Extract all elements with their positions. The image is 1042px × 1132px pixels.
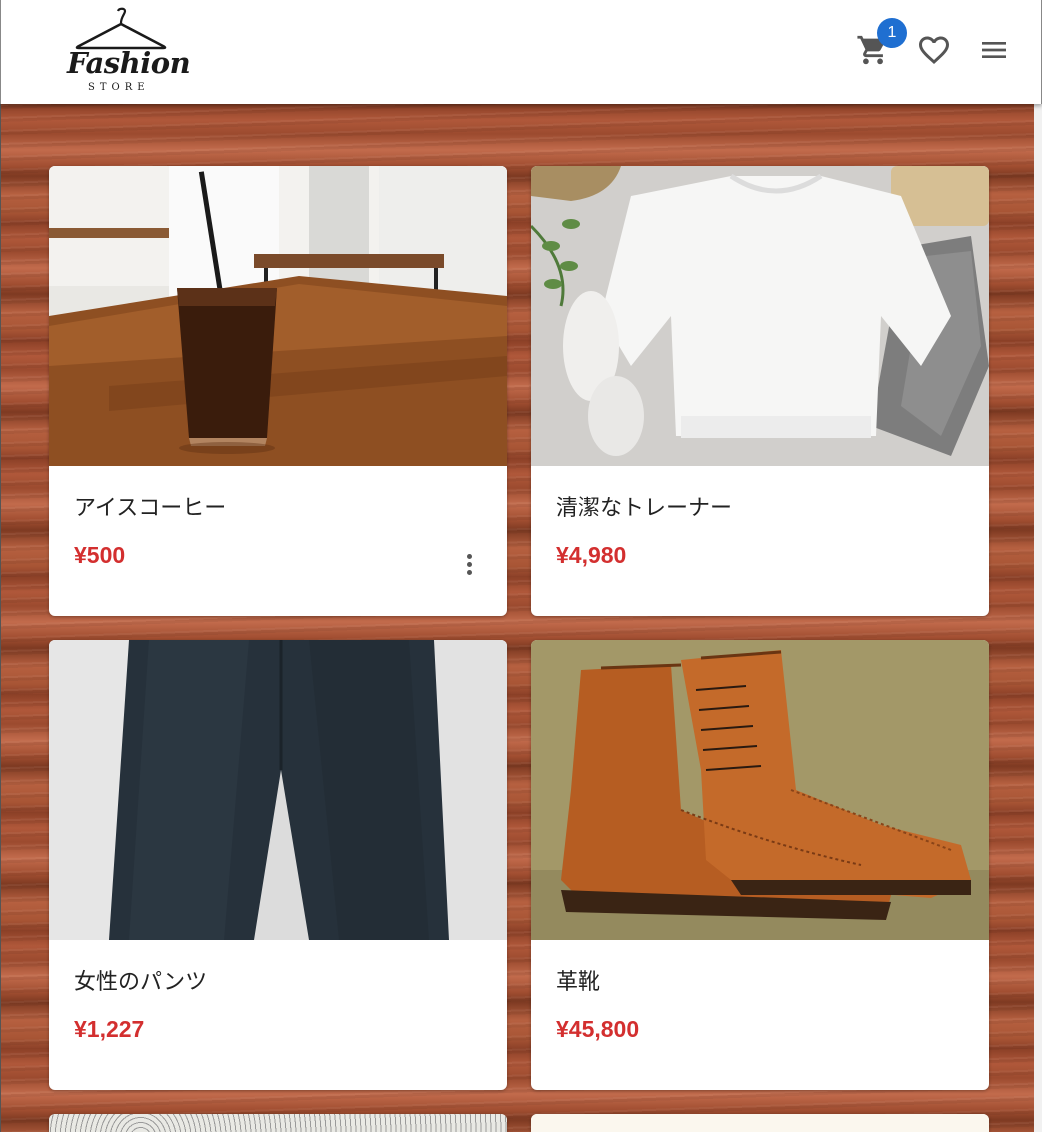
product-image bbox=[531, 1114, 989, 1132]
product-card[interactable] bbox=[531, 1114, 989, 1132]
product-card[interactable]: 革靴 ¥45,800 bbox=[531, 640, 989, 1090]
dot bbox=[466, 561, 472, 567]
product-name: 女性のパンツ bbox=[74, 970, 208, 995]
product-image bbox=[531, 640, 989, 940]
product-image bbox=[49, 1114, 507, 1132]
navy-pants-photo bbox=[49, 640, 507, 940]
white-sweatshirt-photo bbox=[531, 166, 989, 466]
product-name: 革靴 bbox=[556, 970, 601, 995]
dot bbox=[466, 553, 472, 559]
iced-coffee-photo bbox=[49, 166, 507, 466]
product-name: アイスコーヒー bbox=[74, 496, 227, 521]
logo-title: Fashion bbox=[67, 46, 191, 80]
product-image bbox=[531, 166, 989, 466]
product-price: ¥1,227 bbox=[74, 1016, 145, 1042]
app-header: Fashion STORE 1 bbox=[0, 0, 1042, 104]
dot bbox=[466, 569, 472, 575]
heart-outline-icon bbox=[919, 36, 949, 65]
product-name: 清潔なトレーナー bbox=[556, 496, 733, 521]
product-card[interactable] bbox=[49, 1114, 507, 1132]
more-options-button[interactable] bbox=[455, 546, 483, 582]
product-card[interactable]: 清潔なトレーナー ¥4,980 bbox=[531, 166, 989, 616]
leather-boots-photo bbox=[531, 640, 989, 940]
cart-count-badge: 1 bbox=[877, 18, 907, 48]
hanger-icon bbox=[75, 7, 167, 50]
logo-subtitle: STORE bbox=[88, 82, 150, 93]
menu-button[interactable] bbox=[970, 26, 1018, 74]
product-price: ¥45,800 bbox=[556, 1016, 640, 1042]
product-price: ¥500 bbox=[74, 542, 126, 568]
product-card[interactable]: アイスコーヒー ¥500 bbox=[49, 166, 507, 616]
product-image bbox=[49, 166, 507, 466]
product-card[interactable]: 女性のパンツ ¥1,227 bbox=[49, 640, 507, 1090]
hamburger-menu-icon bbox=[982, 42, 1006, 58]
product-image bbox=[49, 640, 507, 940]
store-logo[interactable]: Fashion STORE bbox=[63, 6, 191, 98]
product-grid: アイスコーヒー ¥500 清潔なトレーナー ¥4,980 女性のパンツ ¥1,2… bbox=[0, 104, 1042, 1132]
product-price: ¥4,980 bbox=[556, 542, 627, 568]
favorites-button[interactable] bbox=[910, 26, 958, 74]
